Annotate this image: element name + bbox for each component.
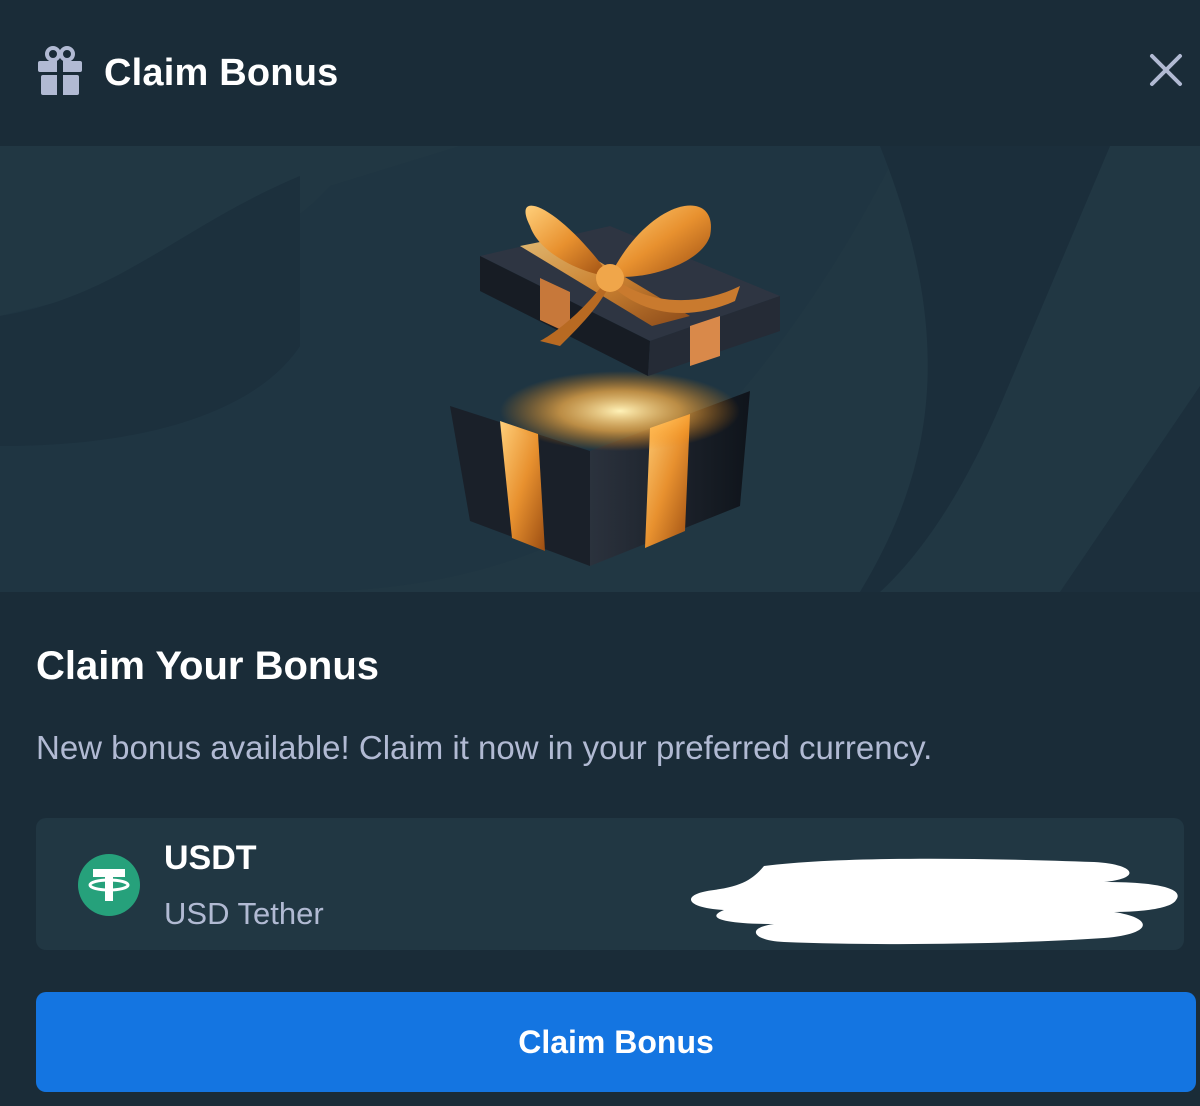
tether-icon	[78, 854, 140, 916]
redacted-amount	[691, 858, 1178, 945]
section-title: Claim Your Bonus	[36, 644, 380, 688]
currency-code: USDT	[164, 839, 257, 877]
gift-icon	[38, 46, 82, 95]
gift-box-illustration	[450, 205, 780, 566]
close-icon[interactable]	[1146, 50, 1186, 90]
modal-title: Claim Bonus	[104, 52, 339, 94]
currency-name: USD Tether	[164, 896, 324, 931]
claim-bonus-modal: Claim Bonus Claim Your Bonus New bonus a…	[0, 0, 1200, 1106]
claim-bonus-button[interactable]: Claim Bonus	[36, 992, 1196, 1092]
bonus-banner	[0, 146, 1200, 592]
section-description: New bonus available! Claim it now in you…	[36, 729, 933, 766]
modal-header: Claim Bonus	[0, 0, 1200, 146]
currency-option-usdt[interactable]: USDT USD Tether	[36, 818, 1184, 950]
